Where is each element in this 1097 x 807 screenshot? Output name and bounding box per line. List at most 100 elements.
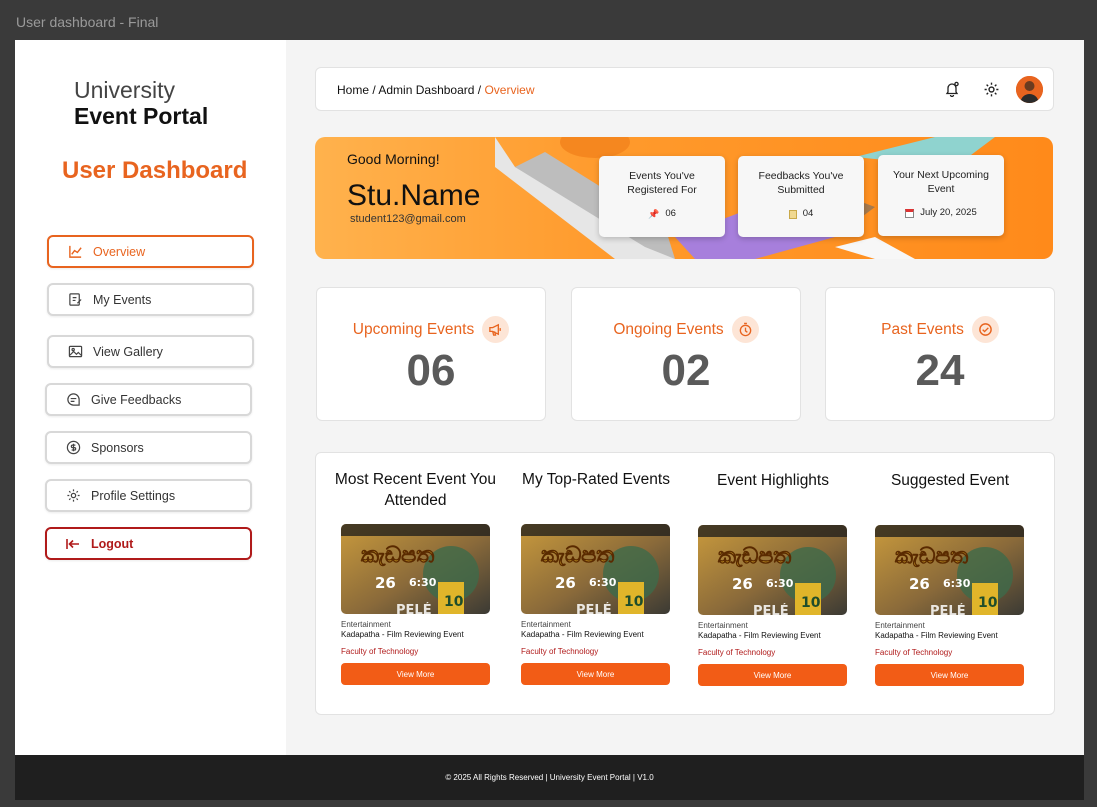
- event-faculty: Faculty of Technology: [875, 648, 953, 657]
- breadcrumb-current: Overview: [484, 83, 535, 97]
- view-more-button[interactable]: View More: [341, 663, 490, 685]
- view-more-button[interactable]: View More: [698, 664, 847, 686]
- svg-text:10: 10: [801, 595, 821, 611]
- stat-label: Past Events: [881, 320, 964, 338]
- sidebar-item-profile-settings[interactable]: Profile Settings: [45, 479, 252, 512]
- feedbacks-submitted-card: Feedbacks You've Submitted 04: [738, 156, 864, 237]
- event-poster[interactable]: 10 කැඩපත 26 6:30 PELÉ: [698, 525, 847, 615]
- event-poster[interactable]: 10 කැඩපත 26 6:30 PELÉ: [341, 524, 490, 614]
- main-content: Home / Admin Dashboard / Overview Good M…: [286, 40, 1084, 755]
- svg-text:PELÉ: PELÉ: [396, 602, 432, 614]
- event-card-highlights: Event Highlights 10 කැඩපත 26 6:30 PELÉ Enter…: [698, 470, 848, 686]
- event-title: Kadapatha - Film Reviewing Event: [521, 630, 644, 639]
- gear-icon: [65, 488, 81, 504]
- stat-label: Ongoing Events: [613, 320, 724, 338]
- breadcrumb-separator: /: [372, 83, 376, 97]
- svg-text:6:30: 6:30: [409, 576, 437, 589]
- registered-events-card: Events You've Registered For 📌 06: [599, 156, 725, 237]
- check-circle-icon: [971, 316, 999, 343]
- sidebar: University Event Portal User Dashboard O…: [15, 40, 286, 755]
- breadcrumb-home[interactable]: Home: [337, 83, 369, 97]
- sidebar-item-overview[interactable]: Overview: [47, 235, 254, 268]
- svg-text:කැඩපත: කැඩපත: [541, 543, 614, 568]
- svg-text:26: 26: [375, 574, 396, 592]
- stopwatch-icon: [731, 316, 759, 343]
- stat-label: Upcoming Events: [352, 320, 475, 338]
- svg-text:6:30: 6:30: [943, 577, 971, 590]
- pin-icon: 📌: [648, 209, 660, 219]
- stat-value: 06: [406, 346, 456, 395]
- logout-button[interactable]: Logout: [45, 527, 252, 560]
- svg-text:10: 10: [978, 595, 998, 611]
- svg-text:කැඩපත: කැඩපත: [361, 543, 434, 568]
- svg-text:PELÉ: PELÉ: [930, 603, 966, 615]
- image-icon: [67, 344, 83, 360]
- card-label: Feedbacks You've Submitted: [758, 170, 844, 196]
- sidebar-item-label: Overview: [93, 244, 146, 259]
- event-faculty: Faculty of Technology: [341, 647, 419, 656]
- avatar[interactable]: [1016, 76, 1043, 103]
- event-card-recent: Most Recent Event You Attended 10 කැඩපත 26…: [333, 469, 498, 685]
- breadcrumb-admin[interactable]: Admin Dashboard: [378, 83, 474, 97]
- window-title: User dashboard - Final: [16, 14, 159, 30]
- event-poster[interactable]: 10 කැඩපත 26 6:30 PELÉ: [521, 524, 670, 614]
- breadcrumb: Home / Admin Dashboard / Overview: [337, 83, 534, 97]
- svg-text:10: 10: [444, 594, 464, 610]
- sidebar-item-label: Profile Settings: [91, 488, 176, 503]
- sidebar-item-view-gallery[interactable]: View Gallery: [47, 335, 254, 368]
- sidebar-item-label: Give Feedbacks: [91, 392, 182, 407]
- svg-text:PELÉ: PELÉ: [576, 602, 612, 614]
- sidebar-item-label: Logout: [91, 536, 134, 551]
- breadcrumb-separator: /: [477, 83, 482, 97]
- chat-icon: [65, 392, 81, 408]
- svg-text:PELÉ: PELÉ: [753, 603, 789, 615]
- top-bar: Home / Admin Dashboard / Overview: [315, 67, 1054, 111]
- notification-bell-icon[interactable]: [941, 78, 963, 100]
- welcome-banner: Good Morning! Stu.Name student123@gmail.…: [315, 137, 1053, 259]
- upcoming-events-stat[interactable]: Upcoming Events 06: [316, 287, 546, 421]
- sidebar-title: User Dashboard: [62, 157, 248, 184]
- event-category: Entertainment: [521, 620, 571, 629]
- view-more-button[interactable]: View More: [875, 664, 1024, 686]
- card-value: July 20, 2025: [920, 207, 977, 218]
- event-heading: My Top-Rated Events: [522, 471, 670, 488]
- past-events-stat[interactable]: Past Events 24: [825, 287, 1055, 421]
- sidebar-item-my-events[interactable]: My Events: [47, 283, 254, 316]
- note-icon: [788, 209, 797, 219]
- svg-text:6:30: 6:30: [589, 576, 617, 589]
- svg-text:6:30: 6:30: [766, 577, 794, 590]
- svg-text:කැඩපත: කැඩපත: [895, 544, 968, 569]
- edit-doc-icon: [67, 292, 83, 308]
- event-heading: Event Highlights: [716, 472, 829, 489]
- event-card-suggested: Suggested Event 10 කැඩපත 26 6:30 PELÉ Entert…: [875, 470, 1025, 686]
- logout-icon: [65, 536, 81, 552]
- greeting: Good Morning!: [347, 151, 440, 167]
- event-heading: Suggested Event: [890, 472, 1010, 489]
- settings-gear-icon[interactable]: [980, 78, 1002, 100]
- event-title: Kadapatha - Film Reviewing Event: [698, 631, 821, 640]
- svg-text:26: 26: [555, 574, 576, 592]
- event-title: Kadapatha - Film Reviewing Event: [341, 630, 464, 639]
- view-more-button[interactable]: View More: [521, 663, 670, 685]
- event-title: Kadapatha - Film Reviewing Event: [875, 631, 998, 640]
- dollar-circle-icon: [65, 440, 81, 456]
- stat-value: 02: [661, 346, 711, 395]
- card-value: 06: [665, 208, 676, 219]
- events-panel: Most Recent Event You Attended 10 කැඩපත 26…: [315, 452, 1055, 715]
- event-card-top-rated: My Top-Rated Events 10 කැඩපත 26 6:30 PELÉ En…: [521, 469, 671, 685]
- event-category: Entertainment: [875, 621, 925, 630]
- ongoing-events-stat[interactable]: Ongoing Events 02: [571, 287, 801, 421]
- app-frame: University Event Portal User Dashboard O…: [15, 40, 1084, 800]
- sidebar-item-label: Sponsors: [91, 440, 144, 455]
- svg-text:26: 26: [732, 575, 753, 593]
- card-label: Your Next Upcoming Event: [893, 169, 989, 195]
- chart-line-icon: [67, 244, 83, 260]
- event-faculty: Faculty of Technology: [521, 647, 599, 656]
- sidebar-item-label: My Events: [93, 292, 152, 307]
- card-label: Events You've Registered For: [627, 170, 697, 196]
- sidebar-item-give-feedbacks[interactable]: Give Feedbacks: [45, 383, 252, 416]
- svg-text:කැඩපත: කැඩපත: [718, 544, 791, 569]
- sidebar-item-sponsors[interactable]: Sponsors: [45, 431, 252, 464]
- event-poster[interactable]: 10 කැඩපත 26 6:30 PELÉ: [875, 525, 1024, 615]
- brand-line2: Event Portal: [74, 103, 209, 129]
